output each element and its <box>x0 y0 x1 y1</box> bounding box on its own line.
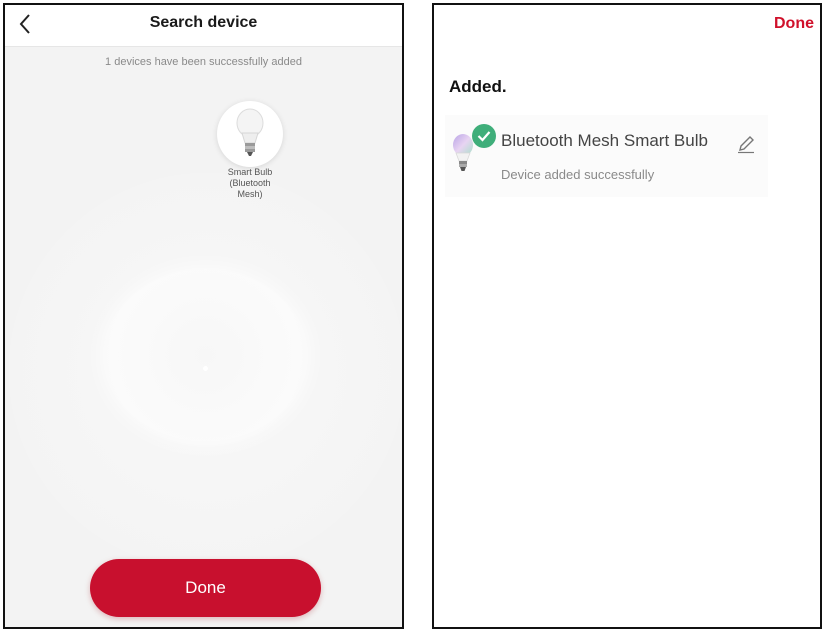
pencil-icon[interactable] <box>736 134 756 154</box>
lightbulb-icon <box>453 134 473 171</box>
found-device-label: Smart Bulb (Bluetooth Mesh) <box>227 167 273 199</box>
device-name: Bluetooth Mesh Smart Bulb <box>501 131 708 150</box>
radar-inner-ring <box>104 269 307 442</box>
added-device-row[interactable]: Bluetooth Mesh Smart Bulb Device added s… <box>445 115 768 197</box>
search-device-screen: Search device 1 devices have been succes… <box>3 3 404 629</box>
check-icon <box>472 124 496 148</box>
device-added-screen: Done Added. Bluetooth Mesh Smart Bulb De… <box>432 3 822 629</box>
device-status: Device added successfully <box>501 167 655 182</box>
done-button[interactable]: Done <box>90 559 321 617</box>
found-device-bubble[interactable] <box>217 101 283 167</box>
page-title: Search device <box>149 14 258 31</box>
added-count-text: 1 devices have been successfully added <box>105 56 302 68</box>
top-bar: Search device <box>5 5 402 47</box>
lightbulb-icon <box>236 108 264 156</box>
added-heading: Added. <box>449 77 507 96</box>
radar-center-dot <box>203 366 208 371</box>
done-link[interactable]: Done <box>774 15 814 33</box>
